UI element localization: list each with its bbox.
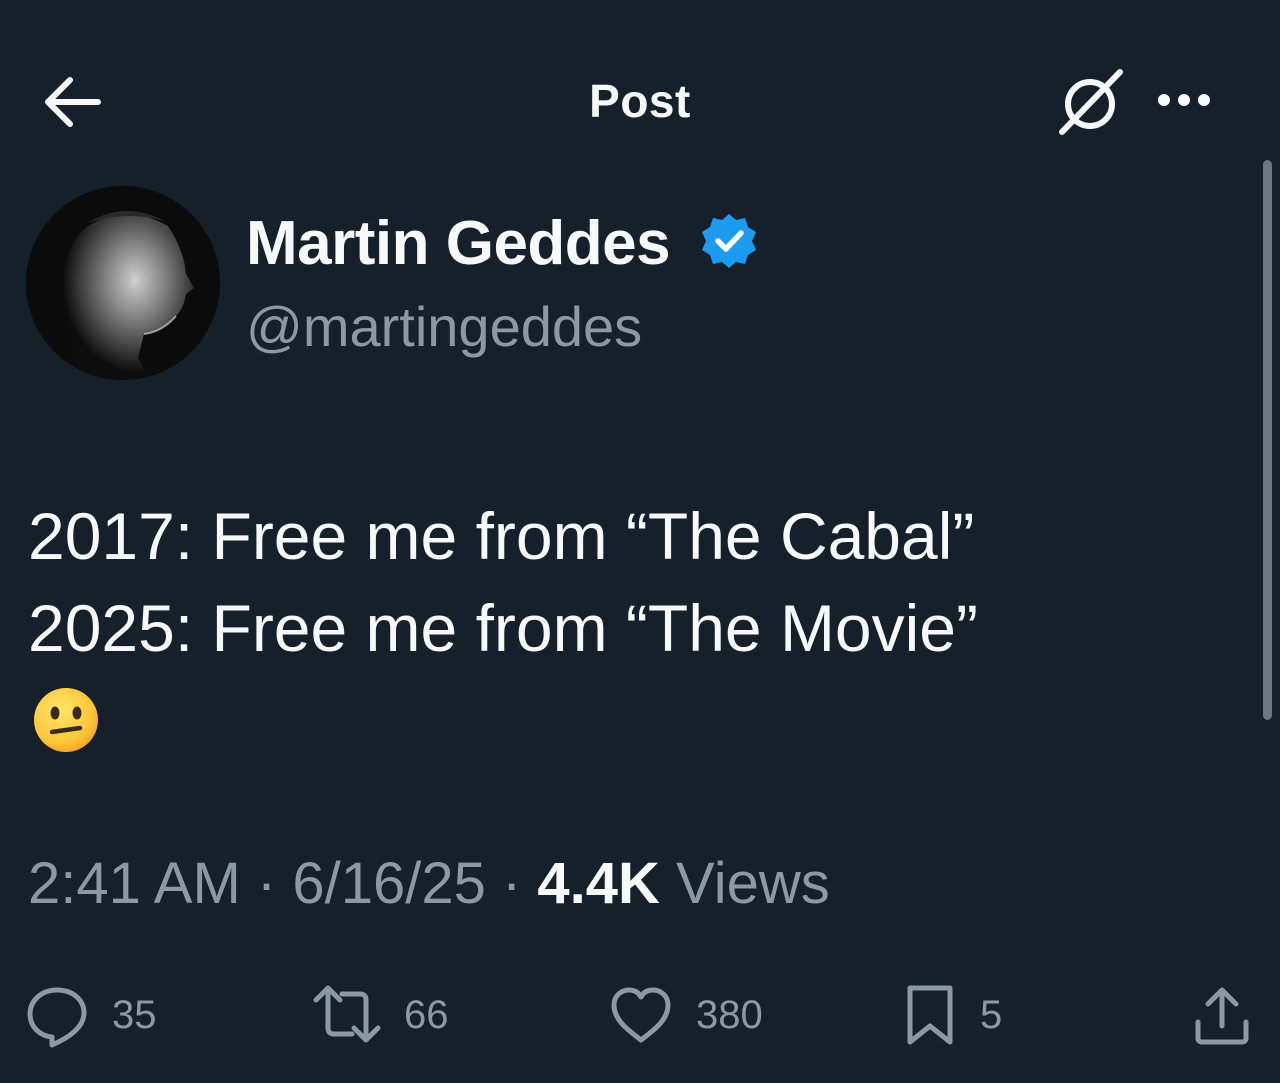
tweet-line: 2025: Free me from “The Movie” xyxy=(28,591,978,665)
meta-separator: · xyxy=(485,851,538,916)
like-count: 380 xyxy=(696,992,763,1037)
tweet-text: 2017: Free me from “The Cabal” 2025: Fre… xyxy=(28,490,1228,674)
reply-count: 35 xyxy=(112,992,157,1037)
more-dots-icon xyxy=(1158,94,1210,106)
reply-icon xyxy=(27,987,87,1048)
heart-icon xyxy=(611,987,671,1043)
post-page: Post Martin Geddes @martingeddes 2017: F… xyxy=(0,0,1280,1083)
meta-separator: · xyxy=(240,851,293,916)
views-label: Views xyxy=(659,851,830,916)
grok-icon xyxy=(1059,69,1123,135)
more-button[interactable] xyxy=(1152,70,1222,130)
avatar-portrait xyxy=(26,186,220,380)
scrollbar[interactable] xyxy=(1256,160,1280,730)
scrollbar-thumb[interactable] xyxy=(1263,160,1272,720)
reply-button[interactable]: 35 xyxy=(24,980,157,1050)
bookmark-icon xyxy=(907,985,953,1045)
avatar[interactable] xyxy=(26,186,220,380)
verified-badge-icon xyxy=(702,214,756,268)
tweet-line: 2017: Free me from “The Cabal” xyxy=(28,499,975,573)
repost-count: 66 xyxy=(404,992,449,1037)
views-count[interactable]: 4.4K xyxy=(537,851,660,916)
like-button[interactable]: 380 xyxy=(608,980,763,1050)
handle[interactable]: @martingeddes xyxy=(246,294,642,359)
display-name[interactable]: Martin Geddes xyxy=(246,208,671,279)
post-meta: 2:41 AM · 6/16/25 · 4.4K Views xyxy=(28,850,830,917)
repost-icon xyxy=(313,985,381,1043)
share-icon xyxy=(1195,987,1249,1045)
share-button[interactable] xyxy=(1190,980,1254,1050)
post-time[interactable]: 2:41 AM xyxy=(28,851,241,916)
grok-button[interactable] xyxy=(1054,66,1126,138)
post-date[interactable]: 6/16/25 xyxy=(292,851,486,916)
bookmark-button[interactable]: 5 xyxy=(902,980,1002,1050)
top-bar: Post xyxy=(0,0,1280,200)
bookmark-count: 5 xyxy=(980,992,1003,1037)
neutral-face-emoji xyxy=(34,688,98,752)
repost-button[interactable]: 66 xyxy=(312,980,449,1050)
